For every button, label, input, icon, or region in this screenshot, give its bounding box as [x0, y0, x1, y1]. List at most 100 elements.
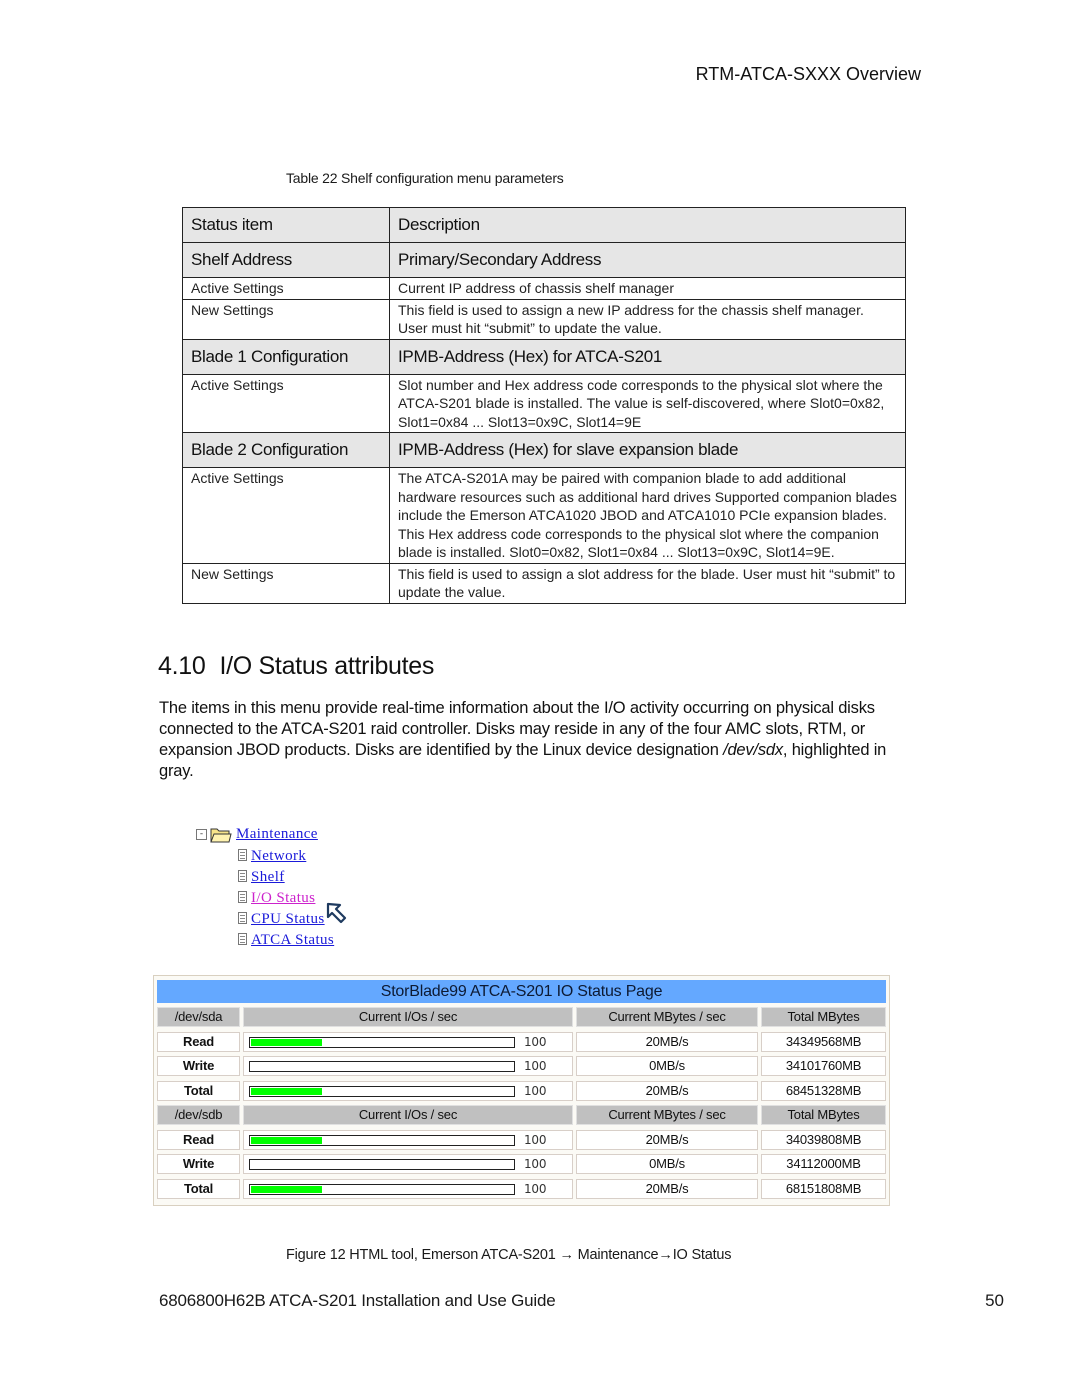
- tree-link-io-status[interactable]: I/O Status: [251, 890, 315, 906]
- status-item: Active Settings: [182, 467, 390, 564]
- device-header-row: /dev/sda Current I/Os / sec Current MBytes…: [157, 1007, 886, 1028]
- io-row-total: Total 100 20MB/s 68451328MB: [157, 1080, 886, 1102]
- description: Slot number and Hex address code corresp…: [389, 373, 906, 433]
- io-bar-cell: 100: [243, 1178, 573, 1199]
- io-bar-max: 100: [524, 1083, 547, 1098]
- device-name: /dev/sdb: [157, 1105, 240, 1125]
- column-header-total: Total MBytes: [761, 1007, 886, 1027]
- section-row-blade-1: Blade 1 Configuration IPMB-Address (Hex)…: [182, 338, 906, 375]
- figure-caption: Figure 12 HTML tool, Emerson ATCA-S201 →…: [286, 1247, 732, 1263]
- io-mbps-value: 20MB/s: [576, 1080, 758, 1101]
- io-bar-cell: 100: [243, 1154, 573, 1174]
- section-row-shelf-address: Shelf Address Primary/Secondary Address: [182, 242, 906, 278]
- description: This field is used to assign a slot addr…: [389, 562, 906, 604]
- column-header-total: Total MBytes: [761, 1105, 886, 1125]
- io-row-label: Write: [157, 1154, 240, 1174]
- section-title: I/O Status attributes: [219, 652, 435, 680]
- column-header-ios: Current I/Os / sec: [243, 1007, 573, 1027]
- status-item: Active Settings: [182, 373, 390, 433]
- io-mbps-value: 20MB/s: [576, 1129, 758, 1150]
- io-status-title: StorBlade99 ATCA-S201 IO Status Page: [157, 980, 886, 1003]
- column-header-ios: Current I/Os / sec: [243, 1105, 573, 1125]
- tree-item-atca-status[interactable]: ATCA Status: [238, 932, 334, 949]
- section-subtitle: IPMB-Address (Hex) for slave expansion b…: [389, 432, 906, 468]
- io-row-read: Read 100 20MB/s 34349568MB: [157, 1031, 886, 1053]
- io-progress-fill: [251, 1185, 322, 1193]
- tree-item-network[interactable]: Network: [238, 848, 306, 865]
- io-progress-bar: [249, 1061, 515, 1072]
- io-progress-fill: [251, 1136, 322, 1144]
- table-row: New Settings This field is used to assig…: [182, 298, 906, 340]
- table-row: Active Settings The ATCA-S201A may be pa…: [182, 467, 906, 564]
- io-progress-bar: [249, 1183, 515, 1195]
- io-mbps-value: 20MB/s: [576, 1031, 758, 1052]
- column-header-mbps: Current MBytes / sec: [576, 1105, 758, 1125]
- section-subtitle: Primary/Secondary Address: [389, 242, 906, 278]
- io-bar-max: 100: [524, 1181, 547, 1196]
- io-row-label: Total: [157, 1080, 240, 1101]
- document-icon: [238, 891, 247, 903]
- table-header-row: Status item Description: [182, 207, 906, 243]
- table-row: New Settings This field is used to assig…: [182, 562, 906, 604]
- tree-item-io-status[interactable]: I/O Status: [238, 890, 315, 907]
- io-row-total: Total 100 20MB/s 68151808MB: [157, 1178, 886, 1200]
- io-progress-bar: [249, 1085, 515, 1097]
- io-progress-fill: [251, 1087, 322, 1095]
- device-name: /dev/sda: [157, 1007, 240, 1027]
- section-number: 4.10: [158, 652, 206, 680]
- io-total-value: 34349568MB: [761, 1031, 886, 1052]
- section-row-blade-2: Blade 2 Configuration IPMB-Address (Hex)…: [182, 432, 906, 468]
- device-designation: /dev/sdx: [723, 741, 783, 759]
- document-icon: [238, 849, 247, 861]
- tree-link-atca-status[interactable]: ATCA Status: [251, 932, 334, 948]
- mouse-pointer-icon: [325, 901, 351, 932]
- body-paragraph: The items in this menu provide real-time…: [159, 698, 899, 782]
- document-icon: [238, 933, 247, 945]
- description: Current IP address of chassis shelf mana…: [389, 277, 906, 300]
- io-bar-max: 100: [524, 1059, 547, 1073]
- io-status-panel: StorBlade99 ATCA-S201 IO Status Page /de…: [153, 975, 890, 1206]
- status-item: Active Settings: [182, 277, 390, 300]
- io-bar-max: 100: [524, 1157, 547, 1171]
- io-total-value: 68451328MB: [761, 1080, 886, 1101]
- table-row: Active Settings Slot number and Hex addr…: [182, 373, 906, 433]
- description: This field is used to assign a new IP ad…: [389, 298, 906, 340]
- folder-open-icon: [210, 826, 232, 849]
- tree-link-network[interactable]: Network: [251, 848, 306, 864]
- io-total-value: 34039808MB: [761, 1129, 886, 1150]
- tree-item-cpu-status[interactable]: CPU Status: [238, 911, 325, 928]
- device-header-row: /dev/sdb Current I/Os / sec Current MBytes…: [157, 1105, 886, 1126]
- tree-link-cpu-status[interactable]: CPU Status: [251, 911, 325, 927]
- table-row: Active Settings Current IP address of ch…: [182, 277, 906, 300]
- tree-link-shelf[interactable]: Shelf: [251, 869, 285, 885]
- io-progress-bar: [249, 1036, 515, 1048]
- io-row-label: Read: [157, 1129, 240, 1150]
- io-mbps-value: 20MB/s: [576, 1178, 758, 1199]
- io-row-read: Read 100 20MB/s 34039808MB: [157, 1129, 886, 1151]
- io-bar-max: 100: [524, 1132, 547, 1147]
- section-subtitle: IPMB-Address (Hex) for ATCA-S201: [389, 338, 906, 375]
- page-number: 50: [985, 1291, 1004, 1310]
- column-header-mbps: Current MBytes / sec: [576, 1007, 758, 1027]
- io-row-write: Write 100 0MB/s 34112000MB: [157, 1154, 886, 1175]
- io-total-value: 68151808MB: [761, 1178, 886, 1199]
- io-row-label: Read: [157, 1031, 240, 1052]
- column-header-status-item: Status item: [182, 207, 390, 243]
- io-progress-bar: [249, 1159, 515, 1170]
- tree-item-shelf[interactable]: Shelf: [238, 869, 285, 886]
- collapse-icon[interactable]: -: [196, 829, 207, 840]
- section-title: Blade 2 Configuration: [182, 432, 390, 468]
- document-icon: [238, 912, 247, 924]
- column-header-description: Description: [389, 207, 906, 243]
- running-header: RTM-ATCA-SXXX Overview: [695, 64, 921, 84]
- io-mbps-value: 0MB/s: [576, 1056, 758, 1076]
- io-progress-fill: [251, 1038, 322, 1046]
- tree-link-maintenance[interactable]: Maintenance: [236, 826, 318, 843]
- table-caption: Table 22 Shelf configuration menu parame…: [286, 170, 564, 186]
- io-row-label: Total: [157, 1178, 240, 1199]
- section-title: Blade 1 Configuration: [182, 338, 390, 375]
- io-bar-cell: 100: [243, 1080, 573, 1101]
- section-title: Shelf Address: [182, 242, 390, 278]
- status-item: New Settings: [182, 562, 390, 604]
- status-item: New Settings: [182, 298, 390, 340]
